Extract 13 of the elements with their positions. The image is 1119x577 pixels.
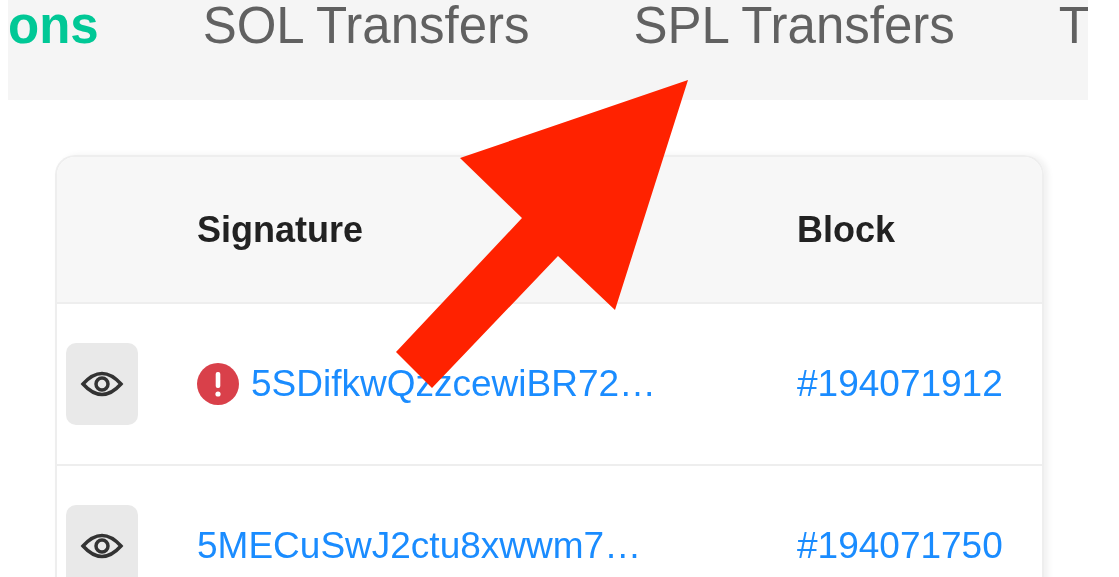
block-link[interactable]: #194071750 xyxy=(797,525,1003,566)
tab[interactable]: SOL Transfers xyxy=(202,0,530,100)
eye-icon xyxy=(80,369,124,399)
eye-icon xyxy=(80,531,124,561)
view-button[interactable] xyxy=(66,343,138,425)
view-button[interactable] xyxy=(66,505,138,577)
signature-link[interactable]: 5MECuSwJ2ctu8xwwm7… xyxy=(197,525,642,567)
tab[interactable]: ons xyxy=(8,0,99,100)
signature-link[interactable]: 5SDifkwQzzcewiBR72… xyxy=(251,363,657,405)
tab[interactable]: SPL Transfers xyxy=(633,0,955,100)
block-link[interactable]: #194071912 xyxy=(797,363,1003,404)
column-header: Block xyxy=(797,208,896,250)
column-header: Signature xyxy=(197,208,364,251)
